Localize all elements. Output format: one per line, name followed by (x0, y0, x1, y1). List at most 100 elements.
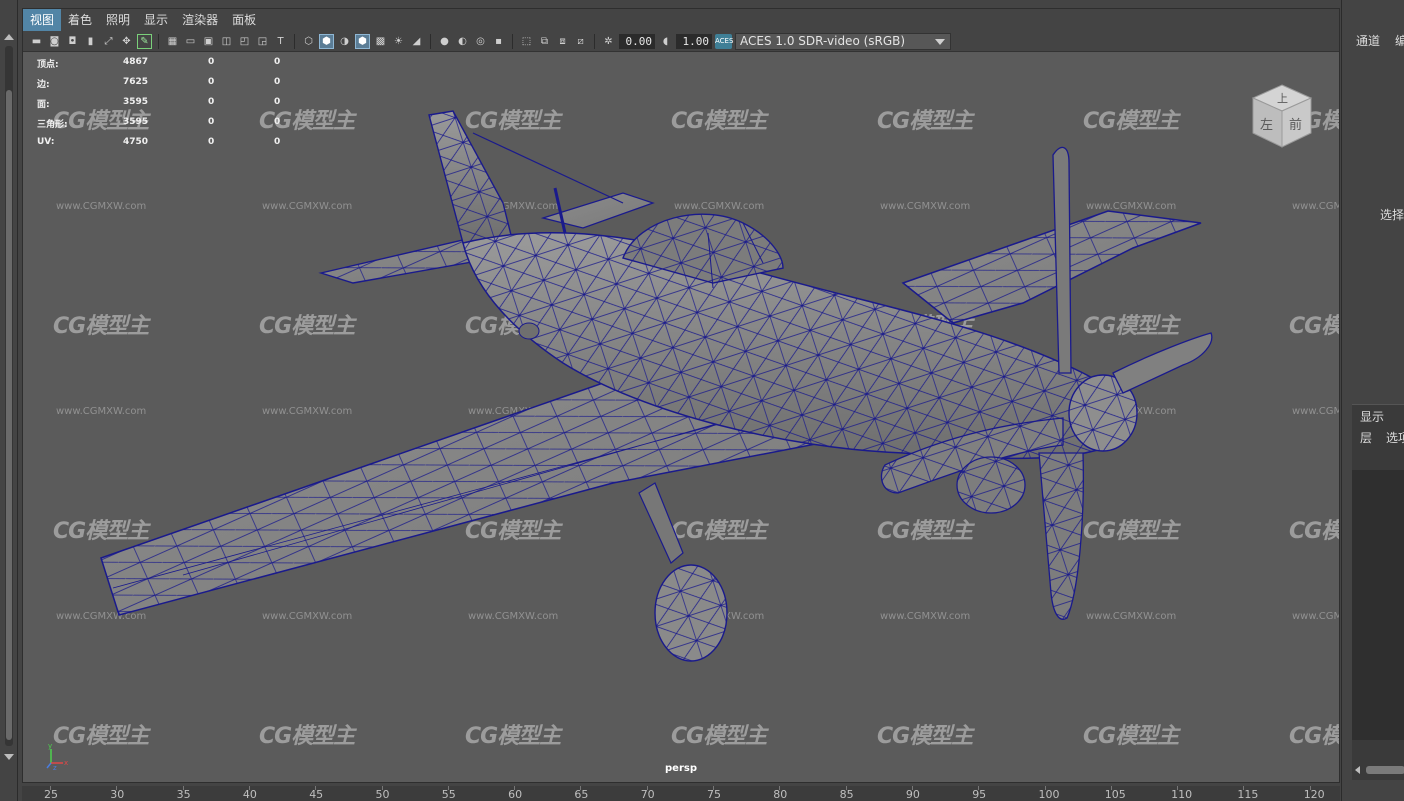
scroll-left-icon[interactable] (1355, 766, 1360, 774)
menu-layers[interactable]: 层 (1360, 429, 1372, 446)
wireframe-on-shaded-icon[interactable]: ⬢ (355, 33, 370, 49)
view-transform-dropdown[interactable]: ACES 1.0 SDR-video (sRGB) (735, 32, 951, 50)
field-chart-icon[interactable]: ◰ (237, 34, 252, 49)
hud-label: 边: (37, 80, 50, 90)
toolbar-divider (594, 33, 595, 49)
hud-row-triangles: 三角形: 3595 0 0 (37, 117, 337, 137)
hud-value: 0 (274, 97, 281, 107)
hud-value: 4750 (123, 137, 149, 147)
3d-viewport[interactable]: CG模型主 www.CGMXW.com CG模型主 www.CGMXW.com CG模型… (23, 53, 1339, 782)
menu-panels[interactable]: 面板 (225, 9, 263, 31)
menu-show[interactable]: 显示 (137, 9, 175, 31)
tab-edit[interactable]: 编 (1395, 32, 1404, 49)
hud-value: 3595 (123, 117, 149, 127)
ruler-tick-label: 85 (839, 788, 854, 801)
gamma-field[interactable]: 1.00 (676, 33, 712, 49)
2d-pan-zoom-icon[interactable]: ⤢ (101, 34, 116, 49)
scroll-thumb[interactable] (6, 90, 12, 740)
left-scrollbar[interactable] (0, 0, 18, 801)
airplane-model[interactable] (23, 53, 1339, 782)
toolbar-divider (430, 33, 431, 49)
hud-value: 0 (274, 137, 281, 147)
ruler-tick-label: 90 (905, 788, 920, 801)
grid-icon[interactable]: ▦ (165, 34, 180, 49)
scroll-up-icon[interactable] (4, 34, 14, 40)
scroll-down-icon[interactable] (4, 754, 14, 760)
anti-aliasing-icon[interactable]: ◎ (473, 34, 488, 49)
hud-value: 0 (274, 77, 281, 87)
exposure-icon[interactable]: ✲ (601, 34, 616, 49)
ruler-tick-label: 95 (972, 788, 987, 801)
ruler-tick-label: 115 (1237, 788, 1259, 801)
xray-joints-icon[interactable]: ⧈ (555, 34, 570, 49)
toolbar-divider (158, 33, 159, 49)
menu-renderer[interactable]: 渲染器 (175, 9, 225, 31)
hud-value: 0 (208, 137, 215, 147)
ruler-tick-label: 100 (1038, 788, 1060, 801)
layer-scrollbar[interactable] (1352, 764, 1404, 776)
antenna (553, 187, 567, 234)
ruler-tick-label: 25 (44, 788, 58, 801)
viewcube-front-label[interactable]: 前 (1289, 117, 1302, 133)
film-gate-icon[interactable]: ▭ (183, 34, 198, 49)
scroll-thumb[interactable] (1366, 766, 1404, 774)
xray-components-icon[interactable]: ⧄ (573, 34, 588, 49)
menu-options[interactable]: 选项 (1386, 429, 1404, 446)
wireframe-icon[interactable]: ⬡ (301, 34, 316, 49)
ruler-tick-label: 80 (773, 788, 788, 801)
gamma-icon[interactable]: ◖ (658, 34, 673, 49)
tab-channels[interactable]: 通道 (1356, 32, 1380, 49)
hud-label: 顶点: (37, 60, 59, 70)
time-slider-ruler[interactable]: 25 30 35 40 45 50 55 60 65 70 75 80 85 90 95 100 105 110 1… (22, 786, 1340, 801)
resolution-gate-icon[interactable]: ▣ (201, 34, 216, 49)
camera-attributes-icon[interactable]: ◙ (47, 34, 62, 49)
image-plane-icon[interactable]: ▮ (83, 34, 98, 49)
safe-title-icon[interactable]: T (273, 34, 288, 49)
lights-icon[interactable]: ☀ (391, 34, 406, 49)
ruler-tick-label: 45 (309, 788, 324, 801)
hud-value: 0 (208, 77, 215, 87)
screen-space-ao-icon[interactable]: ● (437, 34, 452, 49)
camera-name-label: persp (665, 763, 697, 774)
menu-view[interactable]: 视图 (23, 9, 62, 31)
menu-shading[interactable]: 着色 (61, 9, 99, 31)
ruler-tick-label: 120 (1303, 788, 1325, 801)
right-wing[interactable] (901, 210, 1202, 324)
pencil-icon[interactable]: ✎ (137, 33, 152, 49)
ruler-tick-label: 70 (640, 788, 655, 801)
motion-blur-icon[interactable]: ◐ (455, 34, 470, 49)
safe-action-icon[interactable]: ◲ (255, 34, 270, 49)
viewcube-left-label[interactable]: 左 (1260, 118, 1273, 133)
view-cube[interactable]: 上 左 前 (1249, 81, 1315, 151)
bookmark-icon[interactable]: ◘ (65, 34, 80, 49)
viewcube-top-label[interactable]: 上 (1277, 92, 1288, 105)
default-material-icon[interactable]: ◑ (337, 34, 352, 49)
hud-value: 0 (274, 57, 281, 67)
grease-pencil-icon[interactable]: ✥ (119, 34, 134, 49)
hud-row-vertices: 顶点: 4867 0 0 (37, 57, 337, 77)
depth-of-field-icon[interactable]: ▪ (491, 34, 506, 49)
maya-app: 视图 着色 照明 显示 渲染器 面板 ▬ ◙ ◘ ▮ ⤢ ✥ ✎ ▦ ▭ ▣ ◫… (0, 0, 1404, 801)
layer-list[interactable] (1352, 470, 1404, 740)
gate-mask-icon[interactable]: ◫ (219, 34, 234, 49)
ruler-tick-label: 65 (574, 788, 589, 801)
exposure-field[interactable]: 0.00 (619, 33, 655, 49)
hud-value: 0 (208, 97, 215, 107)
select-camera-icon[interactable]: ▬ (29, 34, 44, 49)
ruler-tick-label: 55 (441, 788, 456, 801)
menu-lighting[interactable]: 照明 (99, 9, 137, 31)
isolate-select-icon[interactable]: ⬚ (519, 34, 534, 49)
shadows-icon[interactable]: ◢ (409, 34, 424, 49)
xray-icon[interactable]: ⧉ (537, 34, 552, 49)
ruler-tick-label: 40 (242, 788, 257, 801)
textured-icon[interactable]: ▩ (373, 34, 388, 49)
axis-y-label: y (48, 742, 52, 750)
color-management-icon[interactable]: ACES (715, 33, 733, 49)
tab-display[interactable]: 显示 (1360, 408, 1384, 425)
poly-count-hud: 顶点: 4867 0 0 边: 7625 0 0 面: 3595 0 0 三角形… (37, 57, 337, 157)
viewport-panel: 视图 着色 照明 显示 渲染器 面板 ▬ ◙ ◘ ▮ ⤢ ✥ ✎ ▦ ▭ ▣ ◫… (22, 8, 1340, 783)
selection-label: 选择 (1380, 208, 1404, 222)
hud-label: UV: (37, 137, 55, 147)
smooth-shade-icon[interactable]: ⬢ (319, 33, 334, 49)
hud-row-uvs: UV: 4750 0 0 (37, 137, 337, 157)
